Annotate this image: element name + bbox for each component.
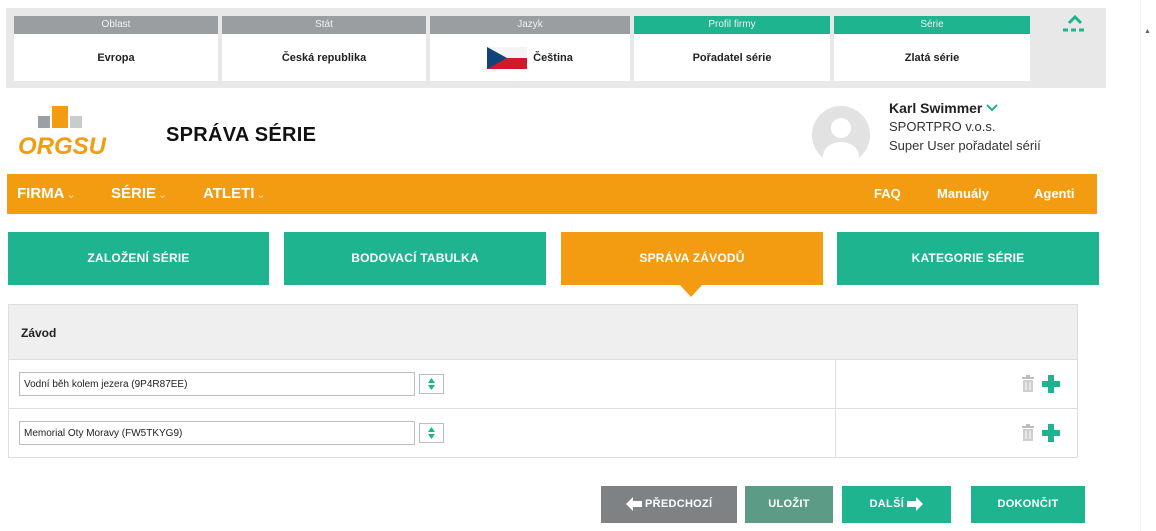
nav-firma-label: FIRMA — [17, 185, 65, 202]
chevron-down-icon: ⌄ — [256, 189, 266, 201]
user-company: SPORTPRO v.o.s. — [889, 119, 996, 134]
next-button[interactable]: DALŠÍ — [842, 486, 951, 523]
nav-manuals[interactable]: Manuály — [937, 174, 989, 214]
user-menu[interactable]: Karl Swimmer — [889, 100, 999, 116]
page-title: SPRÁVA SÉRIE — [166, 124, 317, 146]
save-button[interactable]: ULOŽIT — [745, 486, 833, 523]
tab-race-management[interactable]: SPRÁVA ZÁVODŮ — [561, 232, 823, 285]
czech-flag-icon — [487, 46, 528, 69]
next-button-label: DALŠÍ — [869, 498, 905, 510]
collapse-chevron-icon[interactable] — [1060, 14, 1090, 36]
nav-agents[interactable]: Agenti — [1034, 174, 1074, 214]
table-row — [8, 360, 1078, 409]
context-language-header: Jazyk — [430, 16, 630, 34]
context-country-header: Stát — [222, 16, 426, 34]
arrow-right-icon — [907, 497, 924, 512]
chevron-down-icon: ⌄ — [158, 189, 168, 201]
cell-divider — [835, 409, 836, 457]
nav-atleti[interactable]: ATLETI ⌄ — [203, 174, 266, 214]
context-region-header: Oblast — [14, 16, 218, 34]
nav-serie[interactable]: SÉRIE ⌄ — [111, 174, 167, 214]
plus-icon[interactable] — [1041, 374, 1061, 394]
context-country-value: Česká republika — [281, 51, 367, 64]
context-bar: Oblast Evropa Stát Česká republika Jazyk… — [6, 8, 1106, 88]
logo-text: ORGSU — [18, 133, 107, 160]
race-stepper[interactable] — [419, 374, 444, 394]
race-stepper[interactable] — [419, 423, 444, 443]
user-role: Super User pořadatel sérií — [889, 138, 1041, 153]
race-table-header: Závod — [8, 304, 1078, 360]
nav-faq[interactable]: FAQ — [874, 174, 901, 214]
arrow-left-icon — [625, 497, 642, 512]
context-company-profile-header: Profil firmy — [634, 16, 830, 34]
context-series-header: Série — [834, 16, 1030, 34]
active-tab-indicator — [680, 285, 702, 297]
context-series-value: Zlatá série — [904, 51, 960, 64]
context-company-profile[interactable]: Profil firmy Pořadatel série — [634, 16, 830, 81]
race-select-input[interactable] — [19, 372, 415, 396]
plus-icon[interactable] — [1041, 423, 1061, 443]
chevron-down-icon — [986, 104, 999, 112]
previous-button[interactable]: PŘEDCHOZÍ — [601, 486, 737, 523]
orgsu-logo[interactable]: ORGSU — [18, 104, 148, 160]
context-language-value-wrap: Čeština — [430, 34, 630, 81]
finish-button[interactable]: DOKONČIT — [971, 486, 1085, 523]
up-down-arrows-icon — [428, 427, 435, 439]
tab-scoring-table[interactable]: BODOVACÍ TABULKA — [284, 232, 546, 285]
context-region-value: Evropa — [97, 51, 135, 64]
context-region[interactable]: Oblast Evropa — [14, 16, 218, 81]
nav-atleti-label: ATLETI — [203, 185, 255, 202]
tab-series-categories[interactable]: KATEGORIE SÉRIE — [837, 232, 1099, 285]
race-table: Závod — [8, 304, 1078, 458]
scrollbar[interactable] — [1140, 0, 1156, 531]
main-nav: FIRMA ⌄ SÉRIE ⌄ ATLETI ⌄ FAQ Manuály Agenti — [7, 174, 1097, 214]
context-company-profile-value: Pořadatel série — [692, 51, 772, 64]
scroll-up-arrow-icon[interactable]: ▲ — [1144, 28, 1151, 35]
tab-series-setup[interactable]: ZALOŽENÍ SÉRIE — [8, 232, 269, 285]
trash-icon[interactable] — [1021, 375, 1035, 393]
context-country[interactable]: Stát Česká republika — [222, 16, 426, 81]
context-series[interactable]: Série Zlatá série — [834, 16, 1030, 81]
context-language-value: Čeština — [533, 51, 573, 64]
previous-button-label: PŘEDCHOZÍ — [644, 498, 713, 510]
user-name: Karl Swimmer — [889, 100, 983, 116]
context-language[interactable]: Jazyk Čeština — [430, 16, 630, 81]
trash-icon[interactable] — [1021, 424, 1035, 442]
user-silhouette-icon — [823, 118, 859, 164]
table-row — [8, 409, 1078, 458]
nav-firma[interactable]: FIRMA ⌄ — [17, 174, 76, 214]
chevron-down-icon: ⌄ — [66, 189, 76, 201]
avatar[interactable] — [812, 106, 870, 164]
race-select-input[interactable] — [19, 421, 415, 445]
cell-divider — [835, 360, 836, 408]
up-down-arrows-icon — [428, 378, 435, 390]
nav-serie-label: SÉRIE — [111, 185, 157, 202]
